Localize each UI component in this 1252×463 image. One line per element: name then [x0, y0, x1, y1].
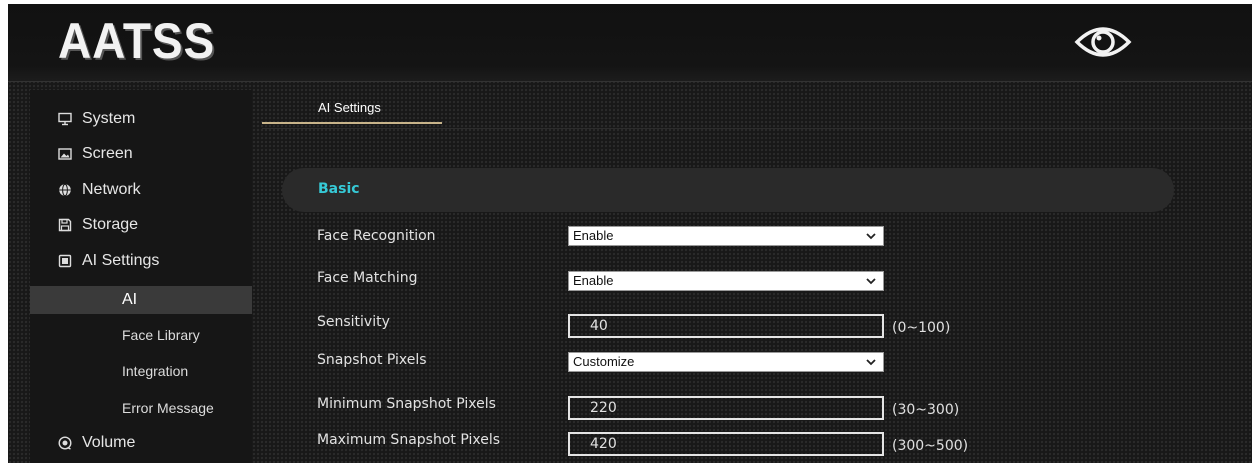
sidebar-item-ai-settings[interactable]: AI Settings [30, 246, 252, 276]
max-snapshot-pixels-label: Maximum Snapshot Pixels [317, 432, 501, 448]
select-value: Enable [573, 273, 614, 288]
header: AATSS [8, 4, 1252, 82]
tab-label: AI Settings [318, 100, 381, 115]
select-value: Enable [573, 228, 614, 243]
min-snapshot-pixels-range: (30~300) [892, 402, 960, 418]
sidebar-item-screen[interactable]: Screen [30, 139, 252, 169]
min-snapshot-pixels-input[interactable]: 220 [568, 396, 884, 420]
sidebar-item-label: Screen [82, 145, 133, 162]
sidebar-subitem-ai[interactable]: AI [30, 286, 252, 314]
sensitivity-input[interactable]: 40 [568, 314, 884, 338]
sidebar-subitem-label: Error Message [122, 400, 214, 416]
sidebar-subitem-face-library[interactable]: Face Library [30, 321, 252, 349]
sidebar-subitem-error-message[interactable]: Error Message [30, 394, 252, 422]
face-recognition-select[interactable]: Enable [568, 226, 884, 246]
sidebar-item-network[interactable]: Network [30, 175, 252, 205]
chevron-down-icon [866, 233, 876, 240]
main-content: AI Settings Basic Face Recognition Enabl… [262, 90, 1252, 463]
sidebar-subitem-integration[interactable]: Integration [30, 357, 252, 385]
min-snapshot-pixels-label: Minimum Snapshot Pixels [317, 396, 496, 412]
face-matching-label: Face Matching [317, 270, 418, 286]
floppy-icon [58, 218, 72, 232]
sensitivity-range: (0~100) [892, 320, 951, 336]
face-recognition-label: Face Recognition [317, 228, 436, 244]
globe-icon [58, 183, 72, 197]
logo: AATSS [58, 13, 216, 69]
chevron-down-icon [866, 359, 876, 366]
sidebar-item-label: AI Settings [82, 252, 160, 269]
sidebar: System Screen Network Storage AI Setting… [30, 90, 252, 463]
section-header-basic: Basic [282, 168, 1174, 212]
sidebar-subitem-label: AI [122, 291, 138, 308]
face-matching-select[interactable]: Enable [568, 271, 884, 291]
sidebar-item-volume[interactable]: Volume [30, 428, 252, 458]
max-snapshot-pixels-range: (300~500) [892, 438, 969, 454]
chevron-down-icon [866, 278, 876, 285]
snapshot-pixels-select[interactable]: Customize [568, 352, 884, 372]
speaker-icon [58, 436, 72, 450]
eye-icon[interactable] [1074, 22, 1132, 62]
image-icon [58, 147, 72, 161]
sidebar-item-label: System [82, 110, 136, 127]
tab-ai-settings[interactable]: AI Settings [262, 90, 442, 124]
chip-icon [58, 254, 72, 268]
sidebar-item-storage[interactable]: Storage [30, 210, 252, 240]
app-frame: AATSS System Screen Network Storage AI S… [8, 4, 1252, 463]
sidebar-item-label: Volume [82, 434, 136, 451]
sidebar-item-label: Storage [82, 216, 139, 233]
sidebar-item-system[interactable]: System [30, 104, 252, 134]
sidebar-item-label: Network [82, 181, 141, 198]
sensitivity-label: Sensitivity [317, 314, 390, 330]
tab-divider [262, 128, 1252, 129]
snapshot-pixels-label: Snapshot Pixels [317, 352, 427, 368]
max-snapshot-pixels-input[interactable]: 420 [568, 432, 884, 456]
sidebar-subitem-label: Integration [122, 363, 189, 379]
select-value: Customize [573, 354, 635, 369]
section-title: Basic [318, 181, 360, 197]
monitor-icon [58, 112, 72, 126]
sidebar-subitem-label: Face Library [122, 327, 200, 343]
